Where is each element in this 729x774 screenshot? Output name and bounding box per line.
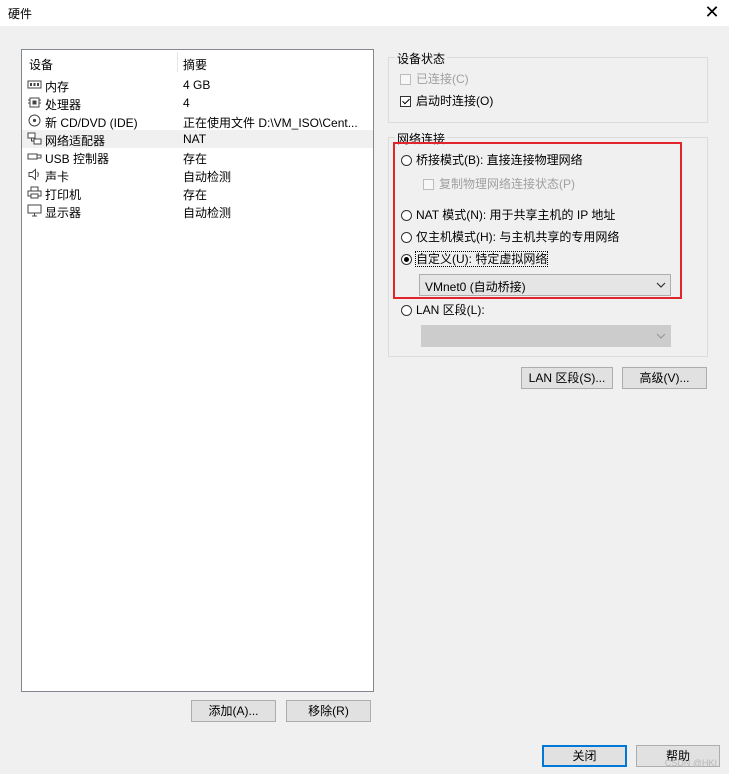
device-summary: 存在 [183, 152, 208, 166]
device-name: USB 控制器 [45, 152, 110, 166]
device-summary: NAT [183, 132, 207, 146]
close-button[interactable]: 关闭 [542, 745, 627, 767]
column-header-device[interactable]: 设备 [29, 56, 53, 73]
sound-card-icon [28, 168, 39, 181]
device-row-cd-dvd[interactable]: 新 CD/DVD (IDE) 正在使用文件 D:\VM_ISO\Cent... [22, 112, 373, 130]
column-header-summary[interactable]: 摘要 [183, 56, 207, 73]
device-summary: 存在 [183, 188, 208, 202]
checkbox-box [400, 74, 411, 85]
checkbox-box [400, 96, 411, 107]
window-title: 硬件 [8, 7, 33, 21]
device-name: 新 CD/DVD (IDE) [45, 116, 138, 130]
device-list-header: 设备 摘要 [22, 50, 373, 72]
device-row-printer[interactable]: 打印机 存在 [22, 184, 373, 202]
device-name: 处理器 [45, 98, 82, 112]
device-summary: 自动检测 [183, 206, 232, 220]
device-summary: 4 [183, 96, 190, 110]
lan-segment-label: LAN 区段(L): [416, 303, 485, 317]
connected-label: 已连接(C) [416, 72, 469, 86]
title-bar: 硬件 ✕ [0, 0, 729, 26]
printer-icon [27, 186, 42, 199]
device-summary: 正在使用文件 D:\VM_ISO\Cent... [183, 116, 358, 130]
device-row-sound-card[interactable]: 声卡 自动检测 [22, 166, 373, 184]
lan-segment-select[interactable] [421, 325, 671, 347]
advanced-button[interactable]: 高级(V)... [622, 367, 707, 389]
close-icon[interactable]: ✕ [703, 2, 721, 22]
lan-segments-button[interactable]: LAN 区段(S)... [521, 367, 613, 389]
remove-button[interactable]: 移除(R) [286, 700, 371, 722]
chevron-down-icon [656, 327, 666, 348]
processor-icon [28, 97, 41, 108]
device-summary: 自动检测 [183, 170, 232, 184]
connect-at-power-on-checkbox[interactable]: 启动时连接(O) [400, 93, 493, 109]
memory-icon [27, 80, 42, 89]
device-name: 打印机 [45, 188, 82, 202]
device-name: 网络适配器 [45, 134, 106, 148]
device-status-group: 设备状态 [388, 50, 708, 123]
display-icon [27, 204, 42, 217]
usb-icon [27, 153, 42, 160]
device-name: 显示器 [45, 206, 82, 220]
device-row-network-adapter[interactable]: 网络适配器 NAT [22, 130, 373, 148]
device-status-title: 设备状态 [395, 50, 448, 67]
connect-at-power-on-label: 启动时连接(O) [416, 94, 494, 108]
device-name: 内存 [45, 80, 70, 94]
device-row-processor[interactable]: 处理器 4 [22, 94, 373, 112]
add-button[interactable]: 添加(A)... [191, 700, 276, 722]
column-separator[interactable] [177, 52, 178, 72]
device-name: 声卡 [45, 170, 70, 184]
highlight-annotation-box [393, 142, 682, 299]
device-row-display[interactable]: 显示器 自动检测 [22, 202, 373, 220]
lan-segment-radio[interactable]: LAN 区段(L): [401, 302, 485, 318]
watermark: CSDN @HKI [664, 758, 717, 768]
network-adapter-icon [27, 132, 42, 145]
radio-circle [401, 305, 412, 316]
device-summary: 4 GB [183, 78, 211, 92]
device-list[interactable]: 设备 摘要 内存 4 GB 处理器 4 新 CD/DVD (IDE) 正在使用文… [21, 49, 374, 692]
device-row-usb[interactable]: USB 控制器 存在 [22, 148, 373, 166]
cd-dvd-icon [28, 114, 41, 127]
device-row-memory[interactable]: 内存 4 GB [22, 76, 373, 94]
connected-checkbox[interactable]: 已连接(C) [400, 71, 469, 87]
